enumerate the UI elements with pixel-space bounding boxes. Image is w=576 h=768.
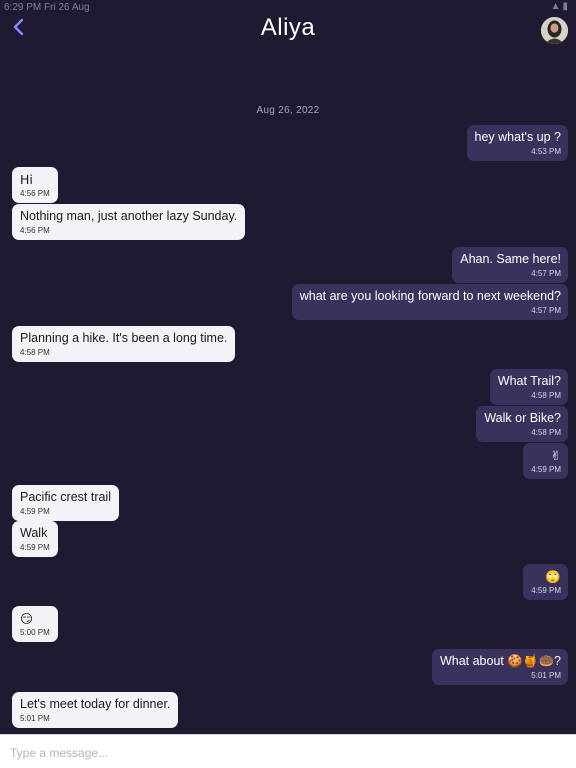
message-text: Hi [20, 172, 33, 187]
message-timestamp: 4:58 PM [531, 391, 561, 400]
message-timestamp: 4:58 PM [20, 348, 50, 357]
message-timestamp: 4:56 PM [20, 189, 50, 198]
outgoing-message-bubble[interactable]: what are you looking forward to next wee… [291, 284, 568, 320]
incoming-message-bubble[interactable]: Let's meet today for dinner. 5:01 PM [12, 692, 179, 728]
outgoing-message-bubble[interactable]: ✌ 4:59 PM [523, 443, 568, 479]
message-text: ✌ [550, 448, 561, 463]
incoming-message-bubble[interactable]: Planning a hike. It's been a long time. 4… [12, 326, 236, 362]
message-timestamp: 4:53 PM [531, 147, 561, 156]
message-timestamp: 5:01 PM [20, 714, 50, 723]
message-timestamp: 4:59 PM [20, 507, 50, 516]
outgoing-message-bubble[interactable]: What Trail? 4:58 PM [489, 369, 568, 405]
composer-bar [0, 734, 576, 768]
outgoing-message-bubble[interactable]: 🙄 4:59 PM [523, 564, 568, 600]
contact-avatar[interactable] [541, 17, 568, 44]
message-timestamp: 4:56 PM [20, 226, 50, 235]
incoming-message-bubble[interactable]: 😏 5:00 PM [12, 606, 58, 642]
chat-header: Aliya [0, 0, 576, 60]
message-timestamp: 4:59 PM [531, 465, 561, 474]
outgoing-message-bubble[interactable]: What about 🍪🍯🍩? 5:01 PM [431, 649, 568, 685]
incoming-message-bubble[interactable]: Pacific crest trail 4:59 PM [12, 485, 119, 521]
message-timestamp: 5:01 PM [531, 671, 561, 680]
message-text: Walk [20, 526, 48, 540]
contact-name: Aliya [260, 14, 316, 41]
message-text: Ahan. Same here! [460, 252, 561, 266]
message-timestamp: 5:00 PM [20, 628, 50, 637]
incoming-message-bubble[interactable]: Nothing man, just another lazy Sunday. 4:… [12, 204, 246, 240]
message-timestamp: 4:57 PM [531, 269, 561, 278]
message-text: what are you looking forward to next wee… [299, 289, 561, 303]
message-text: Nothing man, just another lazy Sunday. [20, 209, 238, 223]
message-timestamp: 4:59 PM [20, 543, 50, 552]
date-separator: Aug 26, 2022 [256, 105, 320, 116]
message-text: Planning a hike. It's been a long time. [20, 331, 228, 345]
outgoing-message-bubble[interactable]: Walk or Bike? 4:58 PM [476, 406, 568, 442]
outgoing-message-bubble[interactable]: Ahan. Same here! 4:57 PM [452, 247, 568, 283]
message-text: What about 🍪🍯🍩? [439, 654, 561, 668]
message-text: 😏 [20, 611, 34, 626]
chat-screen: 6:29 PM Fri 26 Aug ▲▮ Aliya Aug 26, 2022… [0, 0, 576, 768]
message-timestamp: 4:58 PM [531, 428, 561, 437]
message-text: What Trail? [497, 374, 561, 388]
outgoing-message-bubble[interactable]: hey what's up ? 4:53 PM [466, 125, 568, 161]
message-text: hey what's up ? [474, 130, 561, 144]
message-text: 🙄 [545, 569, 561, 584]
message-text: Pacific crest trail [20, 490, 111, 504]
message-timestamp: 4:59 PM [531, 586, 561, 595]
incoming-message-bubble[interactable]: Walk 4:59 PM [12, 521, 58, 557]
message-timestamp: 4:57 PM [531, 306, 561, 315]
message-input[interactable] [8, 742, 552, 764]
incoming-message-bubble[interactable]: Hi 4:56 PM [12, 167, 58, 203]
message-text: Walk or Bike? [484, 411, 561, 425]
message-text: Let's meet today for dinner. [20, 697, 171, 711]
